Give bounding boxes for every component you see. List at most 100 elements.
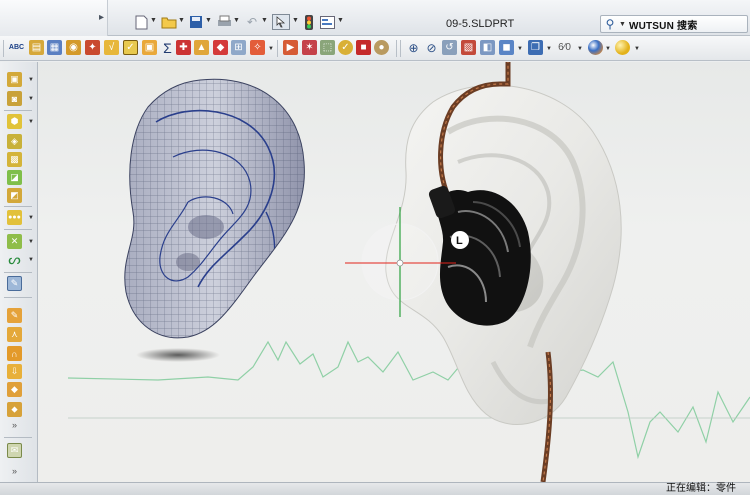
revolved-boss-icon[interactable]: ◙ — [7, 91, 22, 106]
left-toolbar-separator-2 — [4, 206, 32, 207]
display-style-icon[interactable]: ◼ — [499, 40, 514, 55]
canvas-art: L — [67, 62, 750, 482]
print-dropdown-icon[interactable]: ▼ — [233, 17, 240, 24]
sketch-icon[interactable]: ✎ — [7, 276, 22, 291]
view-orientation-icon[interactable]: ◧ — [480, 40, 495, 55]
features-toolbar: ▣ ▼ ◙ ▼ ⬢ ▼ ◈ ▩ ◪ ◩ ●●● ▼ ✕ ▼ ᔕ ▼ ✎ ✎ ⋏ … — [0, 62, 38, 482]
mate-icon[interactable]: ✶ — [302, 40, 317, 55]
undo-icon[interactable]: ↶ — [243, 14, 261, 30]
drawing-icon[interactable]: ✉ — [7, 443, 22, 458]
warning-icon[interactable]: ▲ — [194, 40, 209, 55]
expand-icon[interactable]: » — [7, 417, 22, 432]
collapse-icon[interactable]: » — [7, 463, 22, 478]
search-icon[interactable]: ⚲ — [601, 17, 619, 31]
datum-target-icon[interactable]: ◆ — [213, 40, 228, 55]
centermark-icon[interactable]: ⊞ — [231, 40, 246, 55]
section-view-icon[interactable]: ▧ — [461, 40, 476, 55]
fillet-icon[interactable]: ◩ — [7, 188, 22, 203]
search-label: WUTSUN 搜索 — [628, 20, 698, 32]
material-icon[interactable]: ■ — [356, 40, 371, 55]
open-dropdown-icon[interactable]: ▼ — [178, 17, 185, 24]
select-dropdown-icon[interactable]: ▼ — [292, 17, 299, 24]
lofted-boss-icon[interactable]: ◈ — [7, 134, 22, 149]
extruded-cut-icon[interactable]: ◪ — [7, 170, 22, 185]
scene-icon[interactable] — [588, 40, 603, 55]
status-text: 正在编辑：零件 — [666, 483, 736, 494]
sweep-dropdown-icon[interactable]: ▼ — [28, 119, 34, 125]
menu-area[interactable]: ▸ — [0, 0, 108, 36]
toolbar-separator-2 — [396, 40, 397, 57]
pattern-dropdown-left-icon[interactable]: ▼ — [28, 215, 34, 221]
curves-dropdown-icon[interactable]: ▼ — [28, 257, 34, 263]
left-toolbar-separator-6 — [4, 437, 32, 438]
revolve-dropdown-icon[interactable]: ▼ — [28, 96, 34, 102]
pattern-feature-icon[interactable]: ✧ — [250, 40, 265, 55]
reference-dropdown-icon[interactable]: ▼ — [28, 239, 34, 245]
balloon-icon[interactable]: ◉ — [66, 40, 81, 55]
realview-icon[interactable] — [615, 40, 630, 55]
status-bar: 正在编辑：零件 — [0, 482, 750, 495]
checkbox-icon[interactable]: ✓ — [123, 40, 138, 55]
save-icon[interactable] — [187, 14, 205, 30]
display-dropdown-icon[interactable]: ▼ — [517, 46, 523, 52]
menu-arrow-icon[interactable]: ▸ — [99, 12, 104, 23]
sum-icon[interactable]: Σ — [160, 40, 175, 56]
previous-view-icon[interactable]: ↺ — [442, 40, 457, 55]
weld-icon[interactable]: ✦ — [85, 40, 100, 55]
hide-show-icon[interactable]: ❐ — [528, 40, 543, 55]
table-icon[interactable]: ▦ — [47, 40, 62, 55]
appearance-icon[interactable]: ● — [374, 40, 389, 55]
surface-extrude-icon[interactable]: ✎ — [7, 308, 22, 323]
mirror-icon[interactable]: ▶ — [283, 40, 298, 55]
swept-boss-icon[interactable]: ⬢ — [7, 114, 22, 129]
options-dropdown-icon[interactable]: ▼ — [337, 17, 344, 24]
new-document-icon[interactable] — [132, 14, 150, 30]
surface-loft-icon[interactable]: ⇩ — [7, 364, 22, 379]
spell-check-icon[interactable]: ABC — [9, 40, 24, 55]
explode-icon[interactable]: ⬚ — [320, 40, 335, 55]
boundary-boss-icon[interactable]: ▩ — [7, 152, 22, 167]
mesh-ear-model — [124, 78, 305, 339]
undo-dropdown-icon[interactable]: ▼ — [261, 17, 268, 24]
appearance-dropdown-icon[interactable]: ▼ — [577, 46, 583, 52]
extrude-dropdown-icon[interactable]: ▼ — [28, 77, 34, 83]
zoom-area-icon[interactable]: ⊘ — [424, 40, 439, 55]
zoom-to-fit-icon[interactable]: ⊕ — [406, 40, 421, 55]
solidworks-window: ▸ ▼ ▼ ▼ ▼ ↶ ▼ ▼ ▼ 09-5.SLDPRT ⚲ ▼ WUTSUN… — [0, 0, 750, 495]
toolbar-grip — [3, 40, 4, 57]
ear-shadow — [136, 348, 220, 362]
search-box[interactable]: ⚲ ▼ WUTSUN 搜索 — [600, 15, 748, 33]
realview-dropdown-icon[interactable]: ▼ — [634, 46, 640, 52]
scale-icon[interactable]: ✚ — [176, 40, 191, 55]
save-dropdown-icon[interactable]: ▼ — [205, 17, 212, 24]
rebuild-icon[interactable]: ✓ — [338, 40, 353, 55]
datum-icon[interactable]: ▣ — [142, 40, 157, 55]
traffic-light-icon[interactable] — [300, 14, 318, 30]
extruded-boss-icon[interactable]: ▣ — [7, 72, 22, 87]
select-arrow-icon[interactable] — [272, 14, 290, 30]
surface-fill-icon[interactable]: ◆ — [7, 382, 22, 397]
toolbar-grip-2 — [400, 40, 401, 57]
hide-dropdown-icon[interactable]: ▼ — [546, 46, 552, 52]
scene-dropdown-icon[interactable]: ▼ — [605, 46, 611, 52]
document-title: 09-5.SLDPRT — [446, 18, 515, 30]
print-icon[interactable] — [215, 14, 233, 30]
new-dropdown-icon[interactable]: ▼ — [150, 17, 157, 24]
left-toolbar-separator-4 — [4, 272, 32, 273]
command-toolbar: ABC ▤ ▦ ◉ ✦ √ ✓ ▣ Σ ✚ ▲ ◆ ⊞ ✧ ▼ ▶ ✶ ⬚ ✓ … — [0, 36, 750, 61]
search-dropdown-icon[interactable]: ▼ — [619, 21, 626, 28]
open-folder-icon[interactable] — [160, 14, 178, 30]
graphics-area[interactable]: L — [38, 62, 750, 482]
left-toolbar-separator — [4, 110, 32, 111]
curves-icon[interactable]: ᔕ — [7, 251, 22, 267]
edit-appearance-icon[interactable]: 6⁄0 — [557, 40, 572, 55]
reference-geometry-icon[interactable]: ✕ — [7, 234, 22, 249]
surface-sweep-icon[interactable]: ∩ — [7, 346, 22, 361]
surface-offset-icon[interactable]: ⬥ — [7, 402, 22, 417]
note-icon[interactable]: ▤ — [29, 40, 44, 55]
surface-revolve-icon[interactable]: ⋏ — [7, 327, 22, 342]
surface-finish-icon[interactable]: √ — [104, 40, 119, 55]
pattern-icon[interactable]: ●●● — [7, 210, 22, 225]
pattern-dropdown-icon[interactable]: ▼ — [268, 46, 274, 52]
options-icon[interactable] — [318, 14, 336, 30]
